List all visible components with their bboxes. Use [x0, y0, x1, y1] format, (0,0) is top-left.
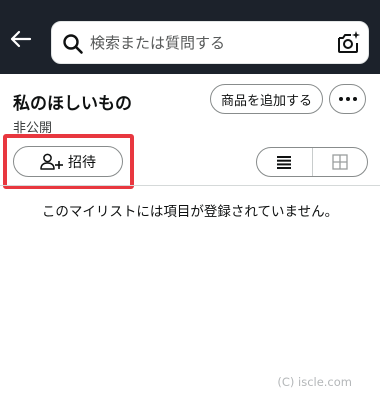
- divider: [0, 185, 380, 186]
- watermark: (C) iscle.com: [277, 375, 352, 389]
- list-view-button[interactable]: [257, 148, 312, 176]
- view-toggle: [256, 147, 368, 177]
- invite-label: 招待: [68, 154, 96, 171]
- search-input[interactable]: [90, 28, 322, 58]
- more-options-button[interactable]: [329, 84, 366, 114]
- grid-view-icon: [332, 154, 348, 170]
- list-view-icon: [277, 156, 292, 169]
- list-title: 私のほしいもの: [13, 94, 132, 114]
- camera-search-icon[interactable]: [335, 30, 361, 56]
- grid-view-button[interactable]: [311, 148, 368, 176]
- back-button[interactable]: [6, 24, 36, 54]
- invite-button[interactable]: 招待: [13, 146, 123, 177]
- search-bar[interactable]: [51, 21, 369, 64]
- empty-list-message: このマイリストには項目が登録されていません。: [41, 204, 339, 220]
- add-person-icon: [40, 153, 63, 170]
- top-header: [0, 0, 380, 74]
- more-horizontal-icon: [338, 97, 357, 101]
- search-icon: [63, 34, 83, 54]
- arrow-left-icon: [10, 30, 32, 48]
- add-item-button[interactable]: 商品を追加する: [210, 84, 323, 114]
